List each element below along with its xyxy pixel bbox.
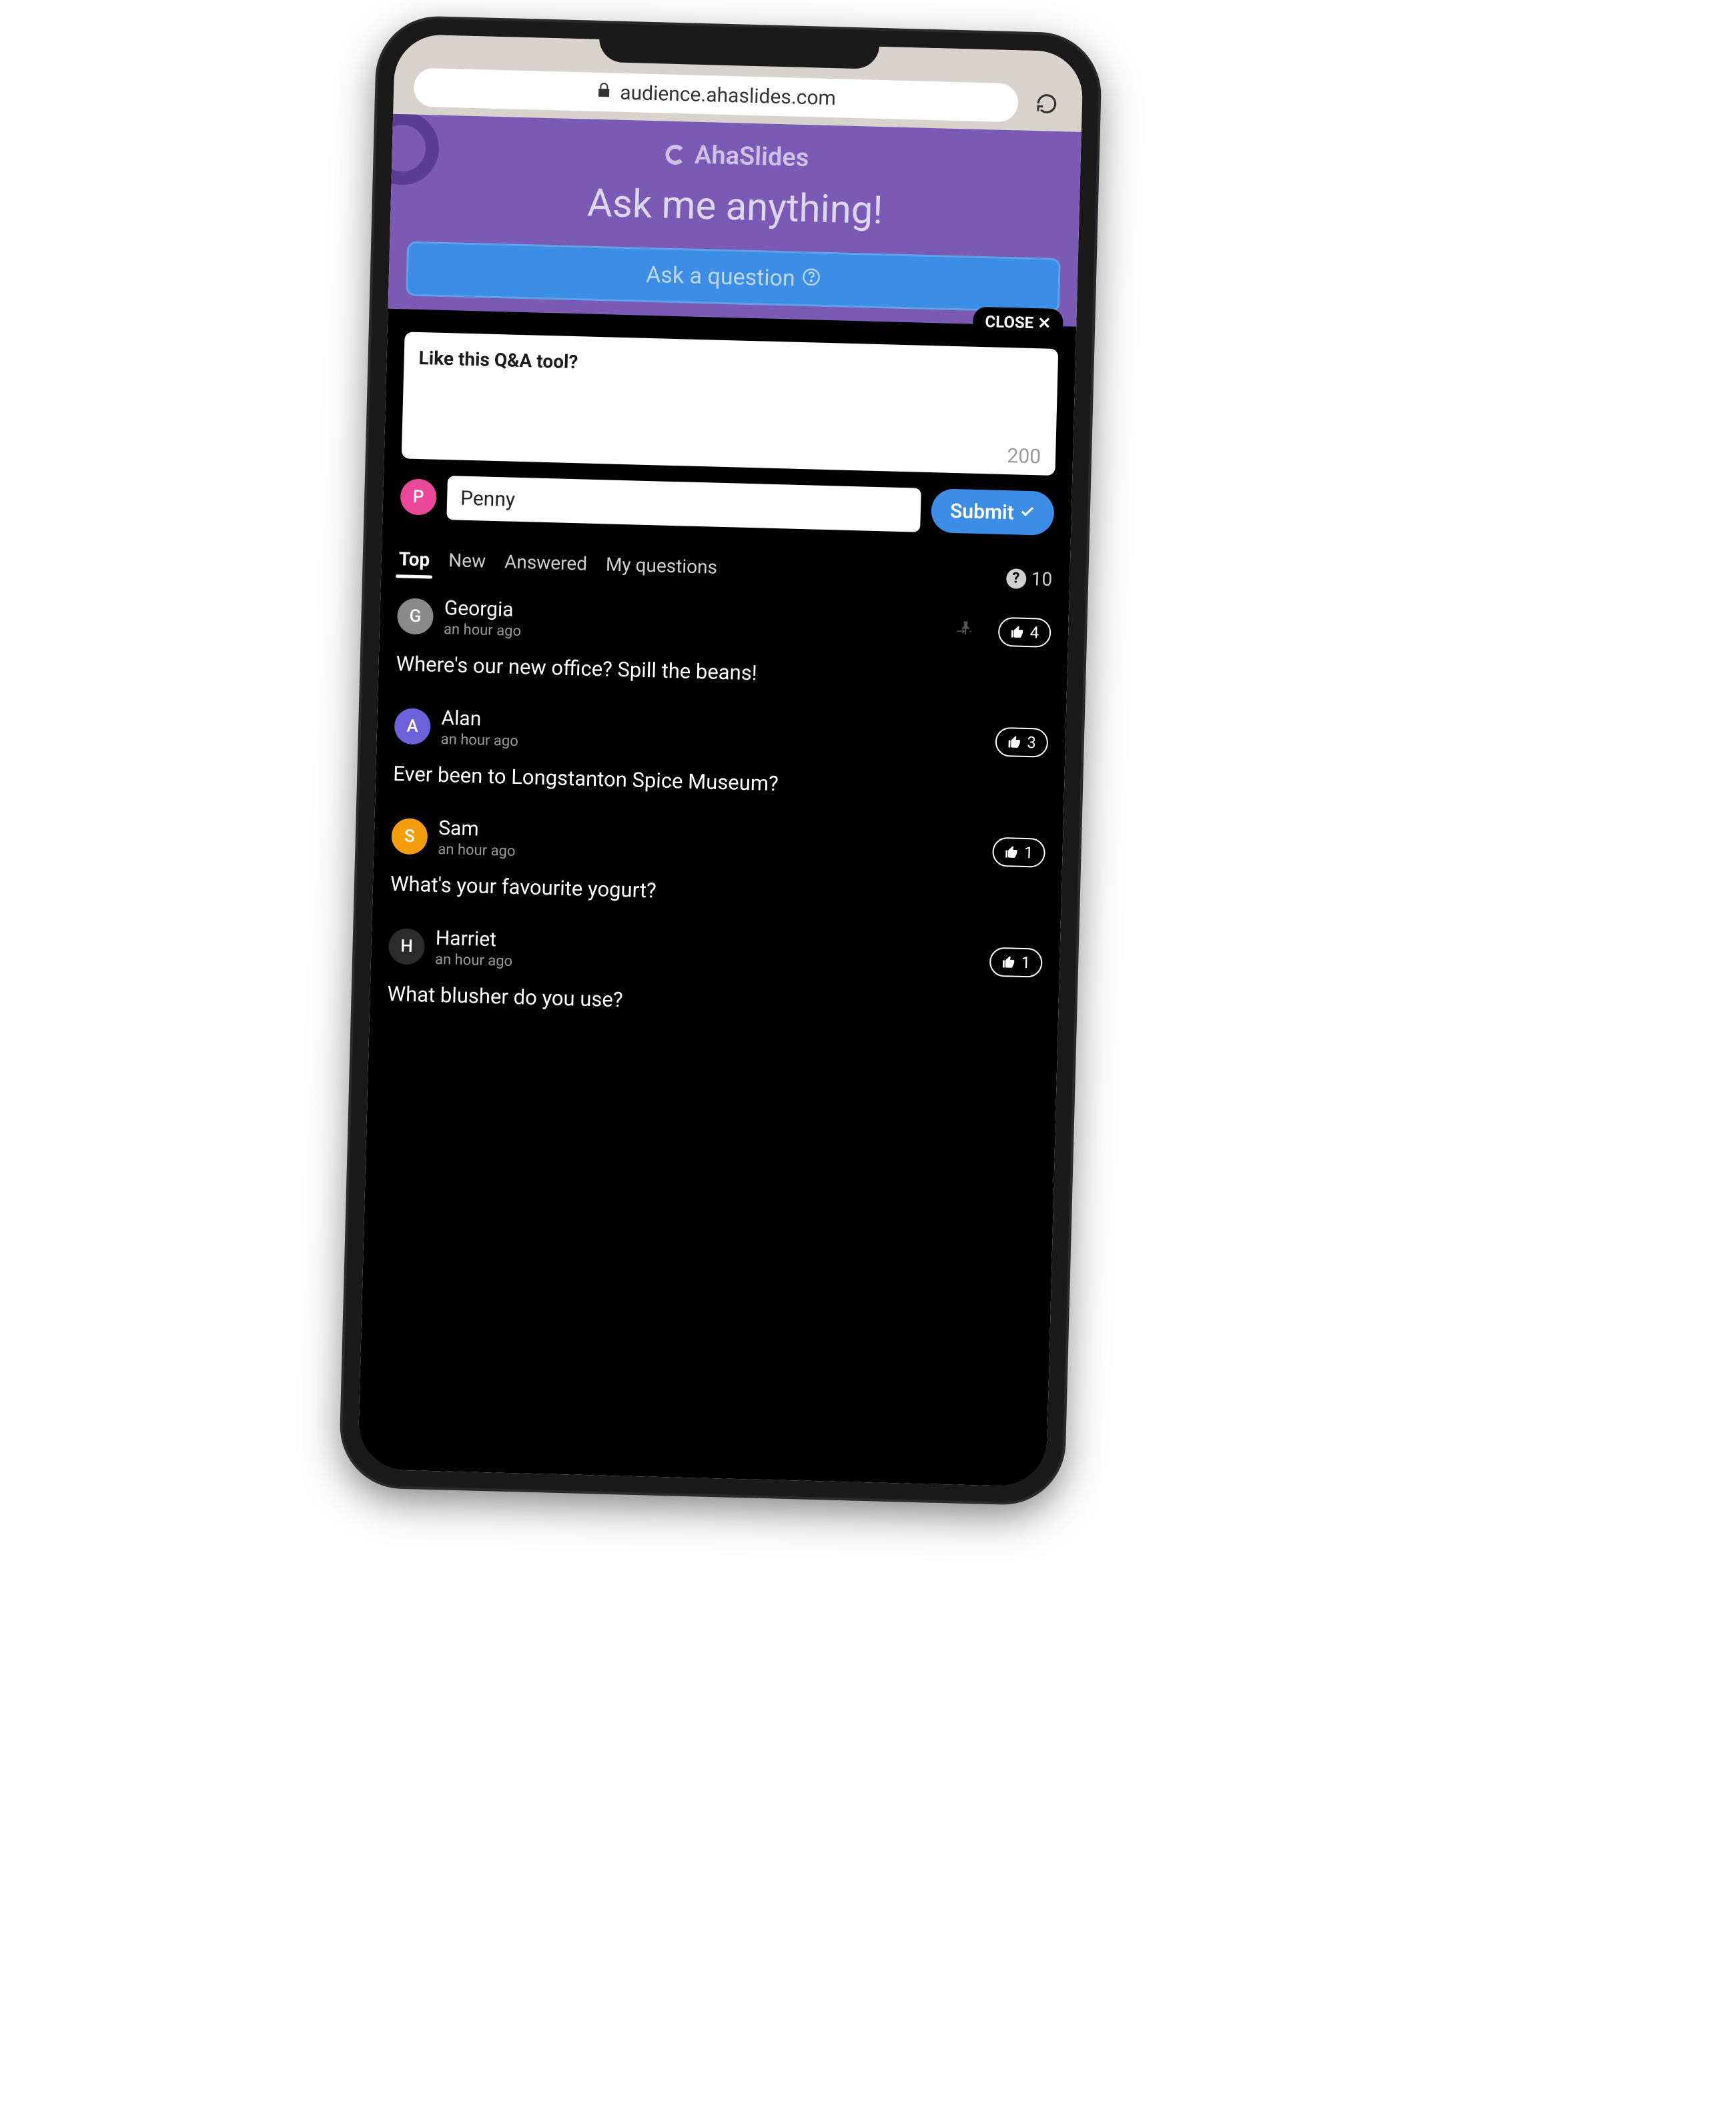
close-button[interactable]: CLOSE ✕ xyxy=(973,307,1063,339)
tabs: Top New Answered My questions ? 10 xyxy=(398,548,1053,594)
tab-my-questions[interactable]: My questions xyxy=(605,553,717,584)
name-value: Penny xyxy=(460,486,516,511)
like-count: 1 xyxy=(1024,843,1033,862)
app-content: AhaSlides Ask me anything! Ask a questio… xyxy=(358,114,1081,1487)
author-avatar: A xyxy=(394,708,430,744)
question-item: GGeorgiaan hour ago4Where's our new offi… xyxy=(396,595,1051,693)
question-item: SSaman hour ago1What's your favourite yo… xyxy=(390,815,1046,913)
compose-text[interactable]: Like this Q&A tool? xyxy=(417,347,1043,445)
ask-bar-label: Ask a question xyxy=(646,261,796,292)
help-icon xyxy=(801,266,821,293)
url-text: audience.ahaslides.com xyxy=(620,81,836,109)
question-text: Where's our new office? Spill the beans! xyxy=(396,651,1050,693)
question-text: Ever been to Longstanton Spice Museum? xyxy=(393,761,1047,803)
count-value: 10 xyxy=(1031,568,1052,590)
question-item: AAlanan hour ago3Ever been to Longstanto… xyxy=(393,705,1049,803)
reload-button[interactable] xyxy=(1031,88,1062,119)
question-item: HHarrietan hour ago1What blusher do you … xyxy=(387,925,1043,1023)
question-count: ? 10 xyxy=(1005,567,1052,590)
submit-label: Submit xyxy=(950,499,1015,524)
like-button[interactable]: 4 xyxy=(997,617,1051,648)
phone-screen: audience.ahaslides.com AhaSlides Ask me … xyxy=(358,34,1083,1487)
like-button[interactable]: 1 xyxy=(989,947,1043,978)
url-bar[interactable]: audience.ahaslides.com xyxy=(414,68,1019,123)
pin-icon xyxy=(956,620,974,642)
help-icon: ? xyxy=(1005,568,1026,589)
brand-logo: AhaSlides xyxy=(664,139,809,173)
user-avatar: P xyxy=(400,478,436,515)
name-input[interactable]: Penny xyxy=(446,476,921,532)
close-label: CLOSE xyxy=(985,312,1033,332)
author-avatar: G xyxy=(397,598,434,634)
brand-text: AhaSlides xyxy=(695,141,809,173)
like-count: 4 xyxy=(1029,623,1039,642)
question-text: What's your favourite yogurt? xyxy=(390,871,1045,913)
like-count: 3 xyxy=(1027,733,1036,752)
close-icon: ✕ xyxy=(1037,314,1051,333)
phone-mockup: audience.ahaslides.com AhaSlides Ask me … xyxy=(341,17,1100,1504)
question-list: GGeorgiaan hour ago4Where's our new offi… xyxy=(387,595,1051,1023)
phone-notch xyxy=(598,23,879,69)
tab-top[interactable]: Top xyxy=(398,548,430,577)
author-avatar: H xyxy=(388,928,425,965)
submit-button[interactable]: Submit xyxy=(931,488,1055,536)
question-text: What blusher do you use? xyxy=(387,981,1041,1023)
tab-answered[interactable]: Answered xyxy=(504,550,587,581)
author-avatar: S xyxy=(391,818,428,855)
check-icon xyxy=(1019,501,1035,525)
lock-icon xyxy=(596,82,612,103)
like-button[interactable]: 3 xyxy=(995,727,1049,758)
qa-overlay: CLOSE ✕ Like this Q&A tool? 200 P Penny xyxy=(358,309,1076,1487)
compose-box[interactable]: Like this Q&A tool? 200 xyxy=(402,332,1059,476)
submit-row: P Penny Submit xyxy=(400,474,1054,536)
like-button[interactable]: 1 xyxy=(991,837,1045,868)
phone-frame: audience.ahaslides.com AhaSlides Ask me … xyxy=(341,17,1100,1504)
tab-new[interactable]: New xyxy=(448,549,486,578)
like-count: 1 xyxy=(1021,953,1030,972)
